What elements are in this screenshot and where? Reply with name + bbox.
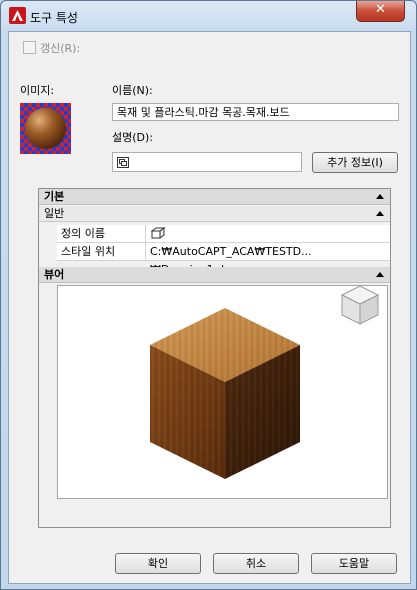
- name-label: 이름(N):: [112, 84, 153, 97]
- update-label: 갱신(R):: [40, 42, 81, 55]
- viewer-canvas[interactable]: [57, 285, 388, 499]
- autocad-logo-icon: [9, 7, 26, 24]
- material-thumbnail[interactable]: [20, 103, 71, 154]
- viewer-section-header[interactable]: 뷰어: [39, 267, 390, 283]
- dialog-client: 갱신(R): 이미지: 이름(N): 목재 및 플라스틱.마감 목공.목재.보드…: [8, 31, 411, 584]
- viewer-section-title: 뷰어: [44, 268, 65, 281]
- basic-section-title: 기본: [44, 190, 65, 203]
- update-checkbox[interactable]: [23, 41, 36, 54]
- title-bar[interactable]: 도구 특성 ✕: [1, 1, 416, 31]
- properties-panel: 기본 일반 정의 이름 스타일 위치 C:₩AutoCAPT_ACA₩TESTD…: [38, 188, 391, 528]
- general-section-header[interactable]: 일반: [39, 206, 390, 222]
- ok-button[interactable]: 확인: [115, 553, 201, 574]
- property-key: 스타일 위치: [57, 243, 146, 260]
- view-cube-icon: [340, 285, 380, 325]
- dialog-window: 도구 특성 ✕ 갱신(R): 이미지: 이름(N): 목재 및 플라스틱.마감 …: [0, 0, 417, 590]
- more-info-button[interactable]: 추가 정보(I): [312, 152, 398, 173]
- close-button[interactable]: ✕: [356, 1, 405, 22]
- property-value: [150, 225, 166, 243]
- help-button[interactable]: 도움말: [311, 553, 397, 574]
- collapse-arrow-icon[interactable]: [376, 211, 384, 216]
- property-key: 정의 이름: [57, 225, 146, 242]
- description-icon: [117, 157, 129, 168]
- definition-block-icon: [150, 227, 166, 239]
- material-sphere-preview: [25, 108, 66, 149]
- general-section-title: 일반: [44, 207, 65, 220]
- description-label: 설명(D):: [112, 131, 153, 144]
- description-field[interactable]: [112, 152, 302, 172]
- wood-cube-preview: [150, 285, 380, 479]
- cancel-button[interactable]: 취소: [213, 553, 299, 574]
- property-row[interactable]: 스타일 위치 C:₩AutoCAPT_ACA₩TESTD...₩Drawing1…: [57, 243, 390, 276]
- close-icon: ✕: [375, 2, 386, 17]
- window-title: 도구 특성: [30, 11, 78, 25]
- property-row[interactable]: 정의 이름: [57, 225, 390, 243]
- collapse-arrow-icon[interactable]: [376, 272, 384, 277]
- basic-section-header[interactable]: 기본: [39, 189, 390, 205]
- collapse-arrow-icon[interactable]: [376, 194, 384, 199]
- name-field[interactable]: 목재 및 플라스틱.마감 목공.목재.보드: [112, 103, 399, 121]
- image-label: 이미지:: [20, 84, 55, 97]
